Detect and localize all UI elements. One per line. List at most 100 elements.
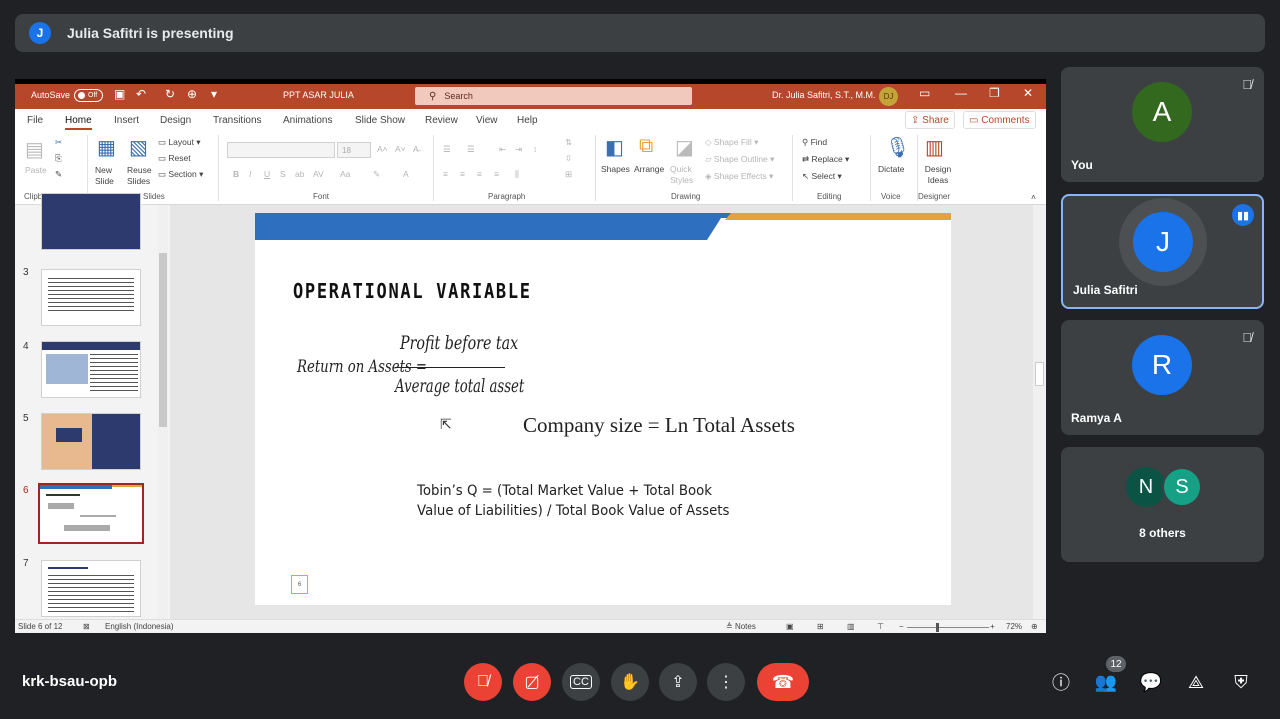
slide-thumbnail[interactable] [41, 193, 141, 250]
tab-review[interactable]: Review [425, 115, 458, 126]
smartart-icon[interactable]: ⊞ [565, 169, 572, 180]
new-slide-button[interactable]: New Slide [95, 165, 119, 187]
char-spacing-icon[interactable]: AV [313, 169, 324, 179]
slide-thumbnail-selected[interactable] [38, 483, 144, 544]
redo-icon[interactable]: ↻ [165, 87, 175, 101]
numbering-icon[interactable]: ☰ [467, 144, 475, 155]
autosave-toggle[interactable]: Off [74, 89, 103, 102]
zoom-level[interactable]: 72% [1006, 622, 1022, 631]
shape-effects-button[interactable]: ◈ Shape Effects ▾ [705, 171, 773, 182]
cut-icon[interactable]: ✂ [55, 137, 62, 148]
shrink-font-icon[interactable]: A˅ [395, 144, 406, 154]
ppt-search-box[interactable]: ⚲ Search [415, 87, 692, 105]
present-from-start-icon[interactable]: ⊕ [187, 87, 197, 101]
participant-tile-ramya[interactable]: R 🎙̸ Ramya A [1061, 320, 1264, 435]
zoom-slider-handle[interactable] [936, 623, 939, 632]
justify-icon[interactable]: ≡ [494, 169, 499, 179]
arrange-icon[interactable]: ⧉ [639, 135, 653, 158]
host-controls-icon[interactable]: ⛨ [1229, 670, 1253, 694]
participant-tile-you[interactable]: A 🎙̸ You [1061, 67, 1264, 182]
change-case-icon[interactable]: Aa [340, 169, 350, 179]
share-button[interactable]: ⇪ Share [905, 111, 955, 129]
strikethrough-icon[interactable]: S [280, 169, 286, 179]
quick-styles-button[interactable]: Quick Styles [670, 164, 698, 186]
present-button[interactable]: ⇪ [659, 663, 697, 701]
font-name-field[interactable] [227, 142, 335, 158]
tab-transitions[interactable]: Transitions [213, 115, 262, 126]
microphone-icon[interactable]: 🎙 [885, 135, 910, 160]
increase-indent-icon[interactable]: ⇥ [515, 144, 522, 155]
close-icon[interactable]: ✕ [1023, 86, 1033, 100]
save-icon[interactable]: ▣ [114, 87, 125, 101]
leave-call-button[interactable]: ☎ [757, 663, 809, 701]
ribbon-display-icon[interactable]: ▭ [919, 86, 930, 100]
text-direction-icon[interactable]: ⇅ [565, 137, 572, 148]
align-right-icon[interactable]: ≡ [477, 169, 482, 179]
bullets-icon[interactable]: ☰ [443, 144, 451, 155]
tab-animations[interactable]: Animations [283, 115, 332, 126]
minimize-icon[interactable]: — [955, 86, 967, 100]
participant-tile-julia[interactable]: J ▮▮ Julia Safitri [1061, 194, 1264, 309]
quick-styles-icon[interactable]: ◪ [675, 135, 694, 160]
tab-home[interactable]: Home [65, 115, 92, 130]
more-options-button[interactable]: ⋮ [707, 663, 745, 701]
thumbnail-scrollbar[interactable] [158, 205, 168, 619]
italic-icon[interactable]: I [249, 169, 251, 179]
account-avatar[interactable]: DJ [879, 87, 898, 106]
slide-scrollbar[interactable] [1033, 205, 1046, 619]
chat-icon[interactable]: 💬 [1139, 670, 1163, 694]
new-slide-icon[interactable]: ▦ [97, 135, 116, 160]
normal-view-icon[interactable]: ▣ [786, 622, 794, 631]
font-size-field[interactable]: 18 [337, 142, 371, 158]
section-button[interactable]: ▭ Section ▾ [158, 169, 203, 180]
format-painter-icon[interactable]: ✎ [55, 169, 62, 180]
reset-button[interactable]: ▭ Reset [158, 153, 191, 164]
captions-button[interactable]: CC [562, 663, 600, 701]
undo-icon[interactable]: ↶ [136, 87, 146, 101]
decrease-indent-icon[interactable]: ⇤ [499, 144, 506, 155]
bold-icon[interactable]: B [233, 169, 239, 179]
grow-font-icon[interactable]: A˄ [377, 144, 388, 154]
activities-icon[interactable]: ⟁ [1184, 670, 1208, 694]
language-label[interactable]: English (Indonesia) [105, 622, 173, 631]
underline-icon[interactable]: U [264, 169, 270, 179]
current-slide[interactable]: OPERATIONAL VARIABLE Return on Assets = … [255, 213, 951, 605]
find-button[interactable]: ⚲ Find [802, 137, 827, 148]
slide-sorter-icon[interactable]: ⊞ [817, 622, 824, 631]
font-color-icon[interactable]: A [403, 169, 409, 179]
highlight-icon[interactable]: ✎ [373, 169, 380, 180]
document-title[interactable]: PPT ASAR JULIA [283, 90, 354, 100]
zoom-in-icon[interactable]: + [990, 622, 995, 631]
tab-view[interactable]: View [476, 115, 498, 126]
meeting-details-icon[interactable]: ⓘ [1049, 670, 1073, 694]
align-left-icon[interactable]: ≡ [443, 169, 448, 179]
slide-thumbnail[interactable] [41, 413, 141, 470]
customize-toolbar-icon[interactable]: ▾ [211, 87, 217, 101]
notes-button[interactable]: ≜ Notes [726, 622, 756, 631]
shape-outline-button[interactable]: ▱ Shape Outline ▾ [705, 154, 774, 165]
tab-insert[interactable]: Insert [114, 115, 139, 126]
people-icon[interactable]: 👥 [1094, 670, 1118, 694]
raise-hand-button[interactable]: ✋ [611, 663, 649, 701]
zoom-out-icon[interactable]: − [899, 622, 904, 631]
shapes-icon[interactable]: ◧ [605, 135, 624, 160]
paste-icon[interactable]: ▤ [25, 137, 44, 162]
slide-thumbnail[interactable] [41, 341, 141, 398]
copy-icon[interactable]: ⎘ [55, 153, 62, 164]
reading-view-icon[interactable]: ▥ [847, 622, 855, 631]
restore-icon[interactable]: ❐ [989, 86, 1000, 100]
layout-button[interactable]: ▭ Layout ▾ [158, 137, 201, 148]
design-ideas-button[interactable]: Design Ideas [923, 164, 953, 186]
participant-tile-others[interactable]: N S 8 others [1061, 447, 1264, 562]
shadow-icon[interactable]: ab [295, 169, 304, 179]
mic-toggle-button[interactable]: 🎙̸ [464, 663, 502, 701]
tab-design[interactable]: Design [160, 115, 191, 126]
collapse-ribbon-icon[interactable]: ˄ [1031, 192, 1036, 202]
reuse-slides-icon[interactable]: ▧ [129, 135, 148, 160]
slideshow-view-icon[interactable]: ⊤ [877, 622, 884, 631]
tab-file[interactable]: File [27, 115, 43, 126]
tab-slide-show[interactable]: Slide Show [355, 115, 405, 126]
tab-help[interactable]: Help [517, 115, 538, 126]
columns-icon[interactable]: ⫼ [515, 169, 519, 180]
design-ideas-icon[interactable]: ▥ [925, 135, 944, 160]
